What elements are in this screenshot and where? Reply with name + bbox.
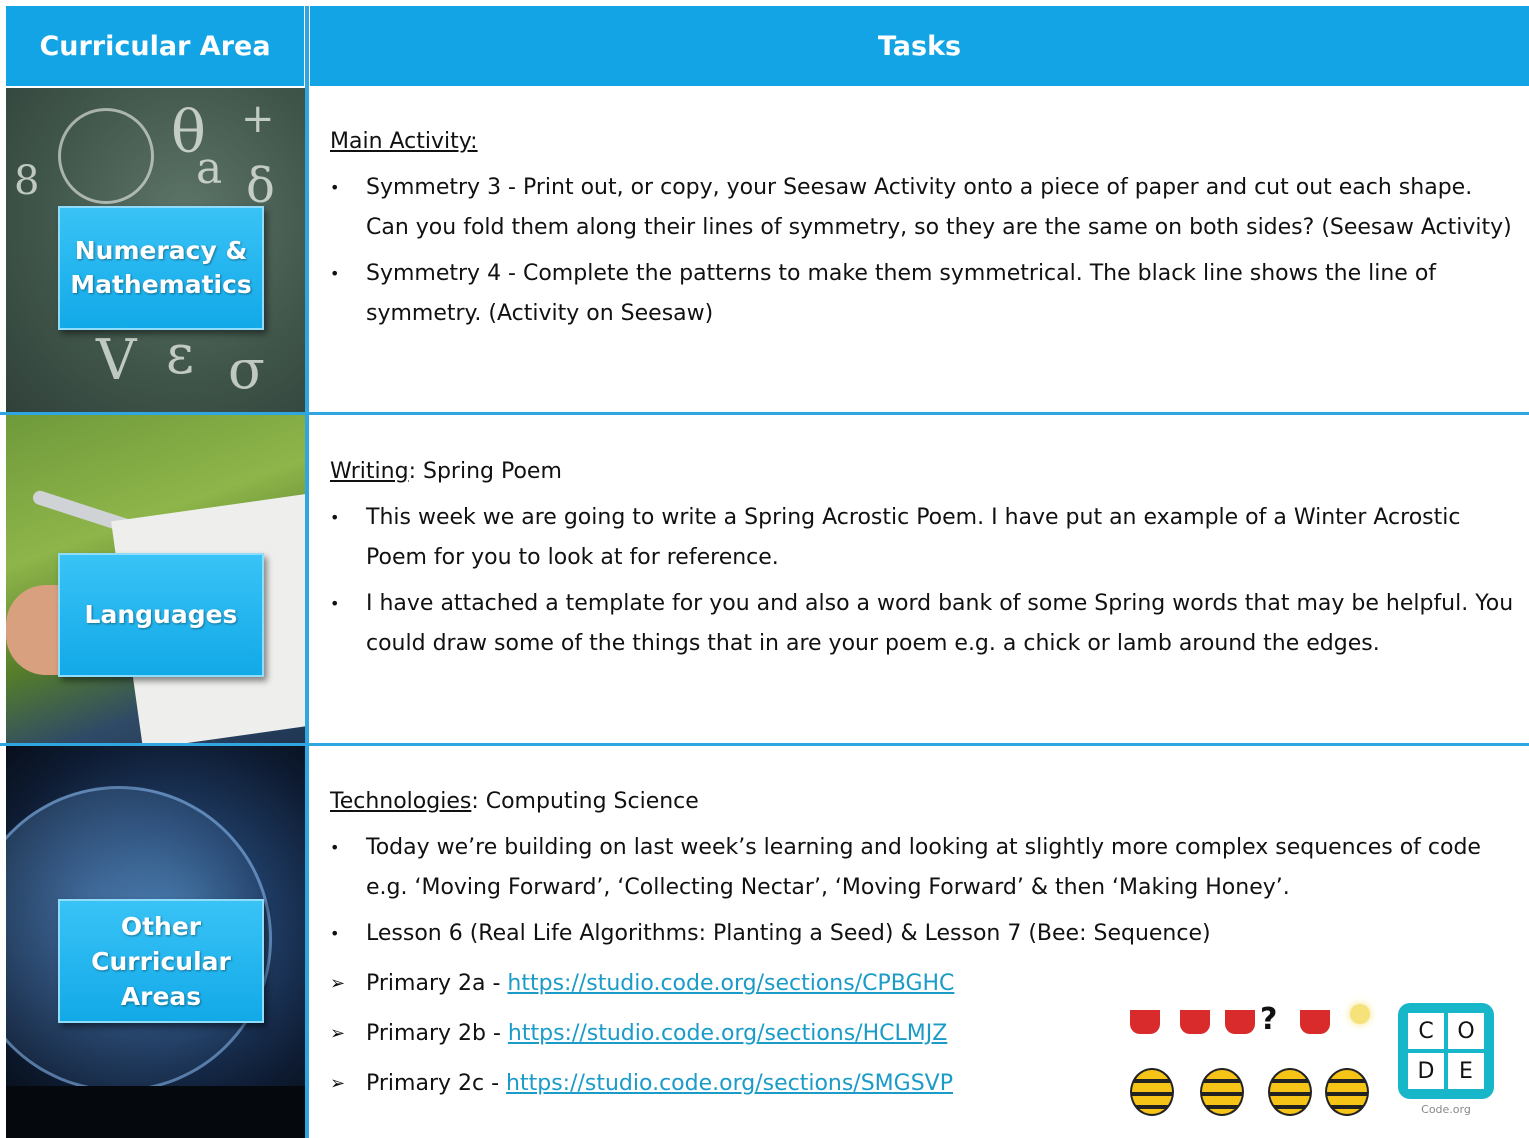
code-logo-letter: O	[1448, 1013, 1484, 1049]
numeracy-bullet-text: Symmetry 4 - Complete the patterns to ma…	[366, 261, 1437, 326]
bee-icon	[1325, 1068, 1369, 1116]
chalk-glyph: σ	[228, 338, 265, 401]
lesson-plan-page: Curricular Area Tasks 8 θ + a δ V ε σ Nu…	[0, 0, 1529, 1138]
sun-icon	[1350, 1004, 1370, 1024]
other-label-line2: Curricular	[91, 946, 231, 976]
other-bullet-text: Lesson 6 (Real Life Algorithms: Planting…	[366, 921, 1211, 946]
other-bullet: • Today we’re building on last week’s lea…	[330, 835, 1481, 900]
class-link-p2b[interactable]: https://studio.code.org/sections/HCLMJZ	[508, 1021, 947, 1046]
languages-label-text: Languages	[84, 600, 238, 629]
pot-icon	[1130, 1010, 1160, 1034]
numeracy-bullet-text: Symmetry 3 - Print out, or copy, your Se…	[366, 175, 1512, 240]
horizon-shape	[6, 1086, 305, 1138]
languages-heading-underlined: Writing	[330, 459, 409, 484]
other-heading-rest: : Computing Science	[471, 789, 699, 814]
languages-heading: Writing: Spring Poem	[330, 452, 1520, 492]
chalk-pie-chart	[58, 108, 154, 204]
chalk-glyph: 8	[14, 158, 40, 204]
chalk-glyph: V	[96, 328, 137, 393]
bee-icon	[1130, 1068, 1174, 1116]
numeracy-heading: Main Activity:	[330, 129, 478, 154]
header-curricular-area: Curricular Area	[6, 6, 304, 86]
pot-icon	[1300, 1010, 1330, 1034]
code-logo-letter: E	[1448, 1053, 1484, 1089]
pot-icon	[1225, 1010, 1255, 1034]
other-label-line3: Areas	[120, 981, 202, 1011]
code-logo-letter: C	[1408, 1013, 1444, 1049]
languages-heading-rest: : Spring Poem	[408, 459, 562, 484]
languages-tasks: Writing: Spring Poem • This week we are g…	[330, 452, 1520, 664]
other-areas-label: Other Curricular Areas	[58, 899, 264, 1023]
numeracy-tasks: Main Activity: • Symmetry 3 - Print out, …	[330, 122, 1520, 334]
bee-icon	[1200, 1068, 1244, 1116]
class-link-label: Primary 2b -	[366, 1021, 508, 1046]
numeracy-label-line1: Numeracy &	[74, 236, 248, 265]
other-heading: Technologies: Computing Science	[330, 782, 1520, 822]
languages-bullet-text: This week we are going to write a Spring…	[366, 505, 1461, 570]
header-area-label: Curricular Area	[39, 30, 271, 62]
other-heading-underlined: Technologies	[330, 789, 472, 814]
languages-bullet: • I have attached a template for you and …	[330, 591, 1514, 656]
header-tasks-label: Tasks	[877, 30, 962, 62]
bee-icon	[1268, 1068, 1312, 1116]
pot-icon	[1180, 1010, 1210, 1034]
chalk-glyph: ε	[166, 323, 194, 386]
chalk-glyph: a	[196, 143, 223, 194]
header-tasks: Tasks	[310, 6, 1529, 86]
languages-bullet-text: I have attached a template for you and a…	[366, 591, 1514, 656]
languages-bullet: • This week we are going to write a Sprin…	[330, 505, 1461, 570]
planting-bee-illustration: ?	[1120, 998, 1390, 1128]
question-mark-icon: ?	[1260, 1002, 1278, 1037]
code-logo-letter: D	[1408, 1053, 1444, 1089]
languages-label: Languages	[58, 553, 264, 677]
class-link-label: Primary 2c -	[366, 1071, 507, 1096]
code-org-caption: Code.org	[1421, 1103, 1471, 1116]
numeracy-bullet: • Symmetry 3 - Print out, or copy, your S…	[330, 175, 1512, 240]
class-link-p2a[interactable]: https://studio.code.org/sections/CPBGHC	[507, 971, 954, 996]
code-org-logo: C O D E	[1398, 1003, 1494, 1099]
other-bullet-text: Today we’re building on last week’s lear…	[366, 835, 1481, 900]
class-link-label: Primary 2a -	[366, 971, 508, 996]
numeracy-label: Numeracy & Mathematics	[58, 206, 264, 330]
other-bullet: • Lesson 6 (Real Life Algorithms: Plantin…	[330, 921, 1211, 946]
class-link-p2c[interactable]: https://studio.code.org/sections/SMGSVP	[506, 1071, 953, 1096]
chalk-glyph: +	[241, 96, 275, 142]
other-label-line1: Other	[120, 911, 202, 941]
numeracy-bullet: • Symmetry 4 - Complete the patterns to m…	[330, 261, 1437, 326]
column-divider	[305, 6, 309, 1138]
numeracy-label-line2: Mathematics	[70, 270, 252, 299]
